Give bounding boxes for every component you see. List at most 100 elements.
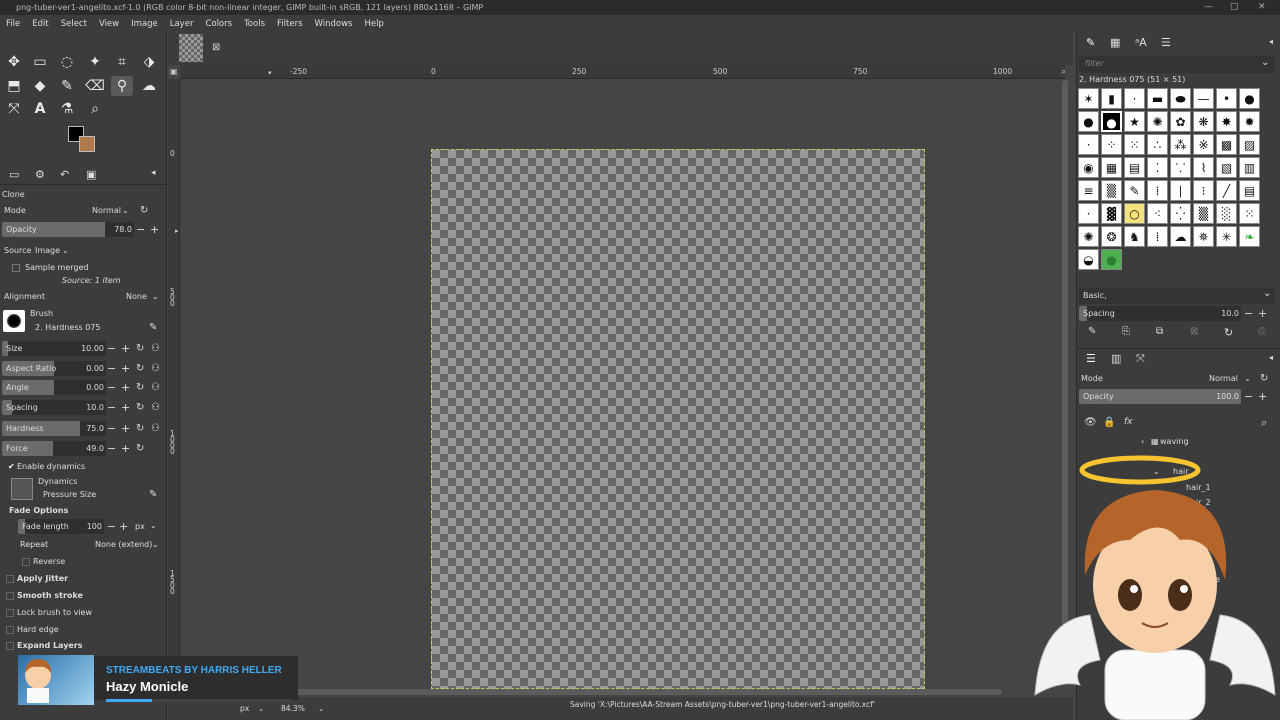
brush-item[interactable]: ★	[1124, 111, 1145, 132]
chevron-down-icon[interactable]: ⌄	[1263, 288, 1271, 299]
menu-edit[interactable]: Edit	[26, 19, 54, 29]
increase-icon[interactable]: +	[150, 222, 159, 237]
menu-colors[interactable]: Colors	[199, 19, 238, 29]
size-slider[interactable]: Size 10.00	[2, 341, 106, 356]
dynamics-name[interactable]: Pressure Size	[43, 490, 96, 499]
brush-item[interactable]: ⁂	[1170, 134, 1191, 155]
angle-slider[interactable]: Angle 0.00	[2, 380, 106, 395]
reset-icon[interactable]: ↻	[136, 441, 144, 456]
images-tab-icon[interactable]: ▣	[86, 168, 96, 181]
bucket-fill-icon[interactable]: ◆	[29, 76, 51, 96]
brush-item[interactable]: ·	[1124, 88, 1145, 109]
expand-layers-row[interactable]: Expand Layers	[2, 638, 162, 654]
brush-item[interactable]: ⁙	[1239, 203, 1260, 224]
menu-image[interactable]: Image	[125, 19, 164, 29]
fade-unit-select[interactable]: px	[135, 522, 145, 531]
brush-item[interactable]: ❧	[1239, 226, 1260, 247]
quick-mask-icon[interactable]: ▣	[170, 67, 178, 76]
brush-item[interactable]: ▥	[1239, 157, 1260, 178]
device-status-tab-icon[interactable]: ⚙	[35, 168, 45, 181]
force-slider[interactable]: Force 49.0	[2, 441, 106, 456]
reverse-checkbox[interactable]	[22, 558, 30, 566]
brush-item[interactable]: ✎	[1124, 180, 1145, 201]
undo-history-tab-icon[interactable]: ↶	[60, 168, 69, 181]
brush-item[interactable]: ⁙	[1124, 134, 1145, 155]
increase-icon[interactable]: +	[119, 519, 128, 534]
aspect-ratio-slider[interactable]: Aspect Ratio 0.00	[2, 361, 106, 376]
brush-item[interactable]: ·	[1078, 134, 1099, 155]
sample-merged-checkbox[interactable]	[12, 264, 20, 272]
brush-item[interactable]: ▦	[1101, 157, 1122, 178]
brush-filter-input[interactable]: filter ⌄	[1079, 56, 1275, 73]
reset-icon[interactable]: ↻	[1260, 371, 1268, 387]
dock-menu-icon[interactable]: ◂	[1269, 37, 1273, 46]
brush-item[interactable]: ⁞	[1147, 226, 1168, 247]
layer-mode-select[interactable]: Normal	[1209, 371, 1238, 387]
expand-layers-checkbox[interactable]	[6, 642, 14, 650]
increase-icon[interactable]: +	[121, 361, 130, 376]
brush-name[interactable]: 2. Hardness 075	[35, 323, 100, 332]
background-color-swatch[interactable]	[79, 136, 95, 152]
brush-item[interactable]: ●	[1101, 249, 1122, 270]
increase-icon[interactable]: +	[121, 400, 130, 415]
brush-item[interactable]: ≡	[1078, 180, 1099, 201]
text-tool-icon[interactable]: A	[29, 99, 51, 119]
brush-item[interactable]: ▮	[1101, 88, 1122, 109]
smudge-icon[interactable]: ☁	[138, 76, 160, 96]
increase-icon[interactable]: +	[121, 341, 130, 356]
paths-tab-icon[interactable]: ⤧	[1136, 352, 1145, 366]
warp-icon[interactable]: ⬒	[3, 76, 25, 96]
brush-item[interactable]: ▤	[1239, 180, 1260, 201]
menu-view[interactable]: View	[93, 19, 125, 29]
close-tab-icon[interactable]: ⊠	[212, 42, 220, 53]
alignment-select[interactable]: None	[126, 289, 147, 305]
chevron-down-icon[interactable]: ⌄	[318, 702, 324, 716]
paintbrush-icon[interactable]: ✎	[56, 76, 78, 96]
brush-item[interactable]: ·	[1078, 203, 1099, 224]
check-icon[interactable]: ✔	[8, 459, 15, 475]
menu-layer[interactable]: Layer	[164, 19, 200, 29]
decrease-icon[interactable]: −	[107, 441, 116, 456]
refresh-brushes-icon[interactable]: ↻	[1224, 326, 1233, 339]
chevron-down-icon[interactable]: ⌄	[150, 521, 157, 530]
brush-item[interactable]: ❋	[1193, 111, 1214, 132]
rect-select-icon[interactable]: ▭	[29, 52, 51, 72]
brush-item[interactable]: ▨	[1239, 134, 1260, 155]
brush-tag-select[interactable]: Basic, ⌄	[1079, 288, 1275, 304]
brush-item[interactable]: —	[1193, 88, 1214, 109]
eraser-icon[interactable]: ⌫	[84, 76, 106, 96]
hardness-slider[interactable]: Hardness 75.0	[2, 421, 106, 436]
brush-item[interactable]: ⌇	[1193, 157, 1214, 178]
edit-dynamics-icon[interactable]: ✎	[149, 489, 157, 500]
menu-windows[interactable]: Windows	[309, 19, 359, 29]
increase-icon[interactable]: +	[1258, 306, 1267, 321]
source-select[interactable]: Image	[35, 243, 60, 259]
link-icon[interactable]: ⚇	[151, 421, 160, 436]
minimize-icon[interactable]: —	[1204, 0, 1213, 15]
mode-select[interactable]: Normal	[92, 203, 121, 219]
color-picker-icon[interactable]: ⚗	[56, 99, 78, 119]
layer-opacity-slider[interactable]: Opacity 100.0	[1079, 389, 1241, 404]
brush-item[interactable]: ☁	[1170, 226, 1191, 247]
brush-item[interactable]: ♞	[1124, 226, 1145, 247]
brush-item[interactable]: ⸪	[1170, 157, 1191, 178]
dynamics-preview-icon[interactable]	[11, 478, 33, 500]
lock-brush-checkbox[interactable]	[6, 609, 14, 617]
brush-item[interactable]: ⁘	[1101, 134, 1122, 155]
edit-brush-icon[interactable]: ✎	[149, 322, 157, 333]
new-brush-icon[interactable]: ⎘	[1122, 326, 1130, 337]
brush-item[interactable]: ✵	[1193, 226, 1214, 247]
decrease-icon[interactable]: −	[107, 400, 116, 415]
apply-jitter-checkbox[interactable]	[6, 575, 14, 583]
dock-menu-icon[interactable]: ◂	[151, 168, 156, 178]
brush-item[interactable]: •	[1216, 88, 1237, 109]
reset-icon[interactable]: ↻	[136, 421, 144, 436]
reset-icon[interactable]: ↻	[136, 400, 144, 415]
spacing-slider[interactable]: Spacing 10.0	[2, 400, 106, 415]
clone-tool-icon[interactable]: ⚲	[111, 76, 133, 96]
edit-brush-icon[interactable]: ✎	[1088, 326, 1096, 337]
reverse-row[interactable]: Reverse	[2, 554, 162, 570]
fade-options-header[interactable]: Fade Options	[2, 503, 162, 519]
opacity-slider[interactable]: Opacity 78.0	[2, 222, 134, 237]
chevron-down-icon[interactable]: ⌄	[1261, 57, 1269, 68]
